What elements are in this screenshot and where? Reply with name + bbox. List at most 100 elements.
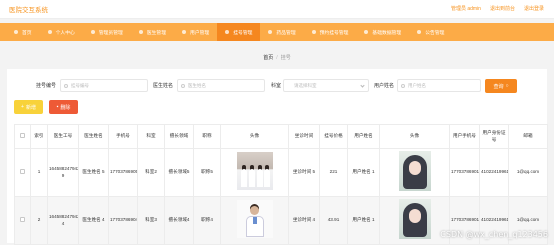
search-label-doctor-name: 医生姓名 — [153, 82, 173, 89]
cell-title: 职称5 — [194, 149, 221, 197]
search-icon — [401, 84, 405, 88]
watermark: CSDN @wx_chen_q123456 — [440, 230, 548, 239]
nav-icon — [364, 30, 368, 34]
cell-phone: 17703786904 — [109, 197, 138, 245]
search-icon — [64, 84, 68, 88]
nav-item-appointments[interactable]: 预约挂号管理 — [304, 23, 357, 41]
cell-specialty: 擅长领域4 — [165, 197, 194, 245]
nav-icon — [417, 30, 421, 34]
user-avatar-image — [399, 151, 431, 191]
cell-visit-time: 坐诊时间 4 — [289, 197, 320, 245]
cell-phone: 17703786905 — [109, 149, 138, 197]
cell-email: 1@qq.com — [509, 149, 548, 197]
cell-index: 1 — [31, 149, 48, 197]
plus-icon: + — [21, 104, 24, 110]
cell-doctor-no: 16458824794231 4 — [48, 197, 79, 245]
app-title: 医院交互系统 — [9, 4, 48, 14]
nav-item-admins[interactable]: 管理员管理 — [83, 23, 131, 41]
nav-item-registration[interactable]: 挂号管理 — [217, 23, 260, 41]
nav-item-base-data[interactable]: 基础数据管理 — [356, 23, 409, 41]
cell-user-id: 410224199610232001 — [480, 149, 509, 197]
checkbox[interactable] — [20, 169, 25, 174]
col-header: 医生姓名 — [79, 125, 109, 149]
cell-price: 43.91 — [320, 197, 348, 245]
doctor-photo-image — [237, 200, 273, 238]
reg-no-input[interactable]: 挂号编号 — [60, 79, 148, 92]
query-button[interactable]: 查询○ — [485, 79, 517, 93]
search-label-reg-no: 挂号编号 — [36, 82, 56, 89]
nav-item-users[interactable]: 用户管理 — [174, 23, 217, 41]
search-icon — [181, 84, 185, 88]
search-label-user-name: 用户姓名 — [374, 82, 394, 89]
col-header: 擅长领域 — [165, 125, 194, 149]
table-header-row: 索引 医生工号 医生姓名 手机号 科室 擅长领域 职称 头像 坐诊时间 挂号价格… — [15, 125, 548, 149]
table-row[interactable]: 1 16458824794231 9 医生姓名 5 17703786905 科室… — [15, 149, 548, 197]
col-header: 挂号价格 — [320, 125, 348, 149]
add-button[interactable]: +新增 — [14, 100, 43, 114]
cell-dept: 科室3 — [138, 197, 165, 245]
col-header: 用户手机号 — [450, 125, 480, 149]
logout-link[interactable]: 退出登录 — [524, 5, 544, 12]
breadcrumb-separator: / — [276, 55, 277, 61]
cell-user-avatar — [380, 197, 450, 245]
nav-icon — [48, 30, 52, 34]
cell-title: 职称4 — [194, 197, 221, 245]
col-header: 坐诊时间 — [289, 125, 320, 149]
cell-user-name: 用户姓名 1 — [348, 197, 380, 245]
top-links: 管理员 admin 退出到前台 退出登录 — [451, 5, 544, 12]
search-label-dept: 科室 — [271, 82, 281, 89]
col-header: 手机号 — [109, 125, 138, 149]
nav-icon — [14, 30, 18, 34]
col-header: 头像 — [380, 125, 450, 149]
user-name-input[interactable]: 用户姓名 — [397, 79, 481, 92]
nav-icon — [139, 30, 143, 34]
col-header: 职称 — [194, 125, 221, 149]
cell-price: 221 — [320, 149, 348, 197]
user-avatar-image — [399, 199, 431, 239]
col-header: 用户姓名 — [348, 125, 380, 149]
col-header: 索引 — [31, 125, 48, 149]
nav-item-doctors[interactable]: 医生管理 — [131, 23, 174, 41]
cell-dept: 科室2 — [138, 149, 165, 197]
chevron-down-icon — [360, 83, 364, 87]
nav-icon — [268, 30, 272, 34]
cell-doctor-name: 医生姓名 4 — [79, 197, 109, 245]
dept-select[interactable]: 请选择科室 — [283, 79, 369, 92]
nav-item-profile[interactable]: 个人中心 — [40, 23, 83, 41]
checkbox[interactable] — [20, 133, 25, 138]
cell-doctor-name: 医生姓名 5 — [79, 149, 109, 197]
search-bar: 挂号编号 挂号编号 医生姓名 医生姓名 科室 请选择科室 用户姓名 用户姓名 查… — [7, 79, 547, 92]
col-header: 用户身份证号 — [480, 125, 509, 149]
trash-icon: ▪ — [57, 104, 59, 110]
exit-to-front-link[interactable]: 退出到前台 — [490, 5, 515, 12]
nav-item-drugs[interactable]: 药品管理 — [260, 23, 303, 41]
nav-icon — [91, 30, 95, 34]
registration-table: 索引 医生工号 医生姓名 手机号 科室 擅长领域 职称 头像 坐诊时间 挂号价格… — [14, 124, 548, 245]
nav-icon — [225, 30, 229, 34]
cell-doctor-photo — [221, 197, 289, 245]
cell-doctor-photo — [221, 149, 289, 197]
breadcrumb-current: 挂号 — [281, 55, 291, 61]
admin-user-link[interactable]: 管理员 admin — [451, 5, 481, 12]
nav-icon — [182, 30, 186, 34]
cell-user-phone: 17703786901 — [450, 149, 480, 197]
nav-item-notices[interactable]: 公告管理 — [409, 23, 452, 41]
row-checkbox-cell[interactable] — [15, 149, 31, 197]
checkbox[interactable] — [20, 217, 25, 222]
nav-item-home[interactable]: 首页 — [6, 23, 40, 41]
breadcrumb: 首页/ 挂号 — [0, 54, 554, 61]
cell-user-name: 用户姓名 1 — [348, 149, 380, 197]
nav-icon — [312, 30, 316, 34]
row-checkbox-cell[interactable] — [15, 197, 31, 245]
cell-index: 2 — [31, 197, 48, 245]
doctor-name-input[interactable]: 医生姓名 — [177, 79, 265, 92]
cell-visit-time: 坐诊时间 5 — [289, 149, 320, 197]
col-header: 科室 — [138, 125, 165, 149]
doctor-photo-image — [237, 152, 273, 190]
col-header: 医生工号 — [48, 125, 79, 149]
col-header: 邮箱 — [509, 125, 548, 149]
delete-button[interactable]: ▪删除 — [49, 100, 78, 114]
select-all-checkbox[interactable] — [15, 125, 31, 149]
main-nav: 首页 个人中心 管理员管理 医生管理 用户管理 挂号管理 药品管理 预约挂号管理… — [0, 23, 554, 41]
breadcrumb-home[interactable]: 首页 — [263, 55, 273, 61]
